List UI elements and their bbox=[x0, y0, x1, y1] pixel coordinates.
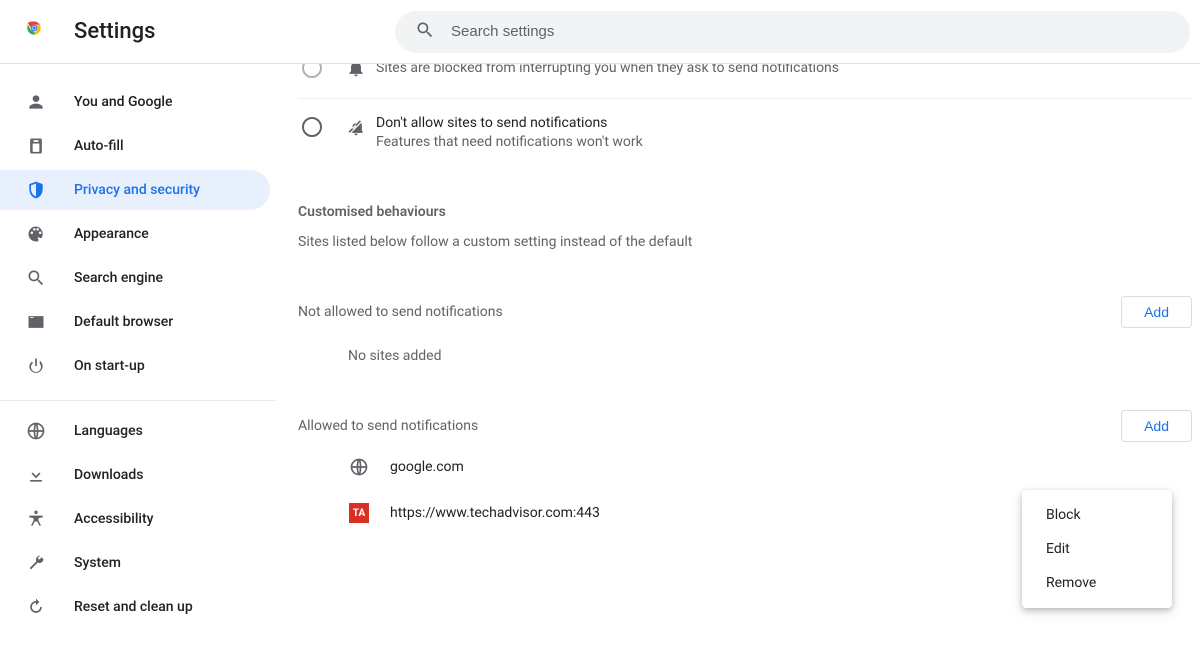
sidebar-item-label: System bbox=[74, 555, 121, 571]
sidebar-item-label: Accessibility bbox=[74, 511, 153, 527]
site-url: google.com bbox=[390, 459, 464, 475]
sidebar-item-you-and-google[interactable]: You and Google bbox=[0, 82, 270, 122]
globe-icon bbox=[26, 421, 46, 441]
search-box[interactable] bbox=[395, 11, 1190, 53]
add-not-allowed-button[interactable]: Add bbox=[1121, 296, 1192, 328]
radio-icon[interactable] bbox=[302, 117, 322, 137]
page-title: Settings bbox=[74, 19, 155, 44]
search-wrap bbox=[395, 11, 1190, 53]
autofill-icon bbox=[26, 136, 46, 156]
radio-icon[interactable] bbox=[302, 64, 322, 78]
sidebar-item-autofill[interactable]: Auto-fill bbox=[0, 126, 270, 166]
palette-icon bbox=[26, 224, 46, 244]
restore-icon bbox=[26, 597, 46, 617]
browser-icon bbox=[26, 312, 46, 332]
globe-icon bbox=[348, 456, 370, 478]
sidebar-item-languages[interactable]: Languages bbox=[0, 411, 270, 451]
not-allowed-label: Not allowed to send notifications bbox=[298, 304, 503, 320]
notifications-option-blocked[interactable]: Sites are blocked from interrupting you … bbox=[298, 64, 1192, 98]
site-context-menu: Block Edit Remove bbox=[1022, 490, 1172, 608]
option-subtitle: Sites are blocked from interrupting you … bbox=[376, 64, 1192, 76]
add-allowed-button[interactable]: Add bbox=[1121, 410, 1192, 442]
sidebar-group-main: You and Google Auto-fill Privacy and sec… bbox=[0, 82, 276, 401]
sidebar-item-label: Default browser bbox=[74, 314, 173, 330]
search-icon bbox=[26, 268, 46, 288]
bell-off-icon bbox=[346, 117, 376, 141]
power-icon bbox=[26, 356, 46, 376]
sidebar-item-search-engine[interactable]: Search engine bbox=[0, 258, 270, 298]
allowed-header: Allowed to send notifications Add bbox=[298, 410, 1192, 442]
not-allowed-empty: No sites added bbox=[298, 328, 1192, 364]
sidebar-item-label: You and Google bbox=[74, 94, 172, 110]
wrench-icon bbox=[26, 553, 46, 573]
sidebar-group-extra: Languages Downloads Accessibility System… bbox=[0, 411, 276, 627]
chrome-logo-icon bbox=[24, 18, 52, 46]
sidebar-item-label: Privacy and security bbox=[74, 182, 200, 198]
main-content: Sites are blocked from interrupting you … bbox=[276, 64, 1200, 647]
sidebar-item-on-startup[interactable]: On start-up bbox=[0, 346, 270, 386]
allowed-site-row[interactable]: google.com bbox=[298, 442, 1192, 488]
context-menu-edit[interactable]: Edit bbox=[1022, 532, 1172, 566]
customised-behaviours-title: Customised behaviours bbox=[298, 204, 1192, 220]
sidebar-item-accessibility[interactable]: Accessibility bbox=[0, 499, 270, 539]
person-icon bbox=[26, 92, 46, 112]
sidebar-item-label: On start-up bbox=[74, 358, 145, 374]
option-title: Don't allow sites to send notifications bbox=[376, 115, 1192, 131]
sidebar-item-label: Languages bbox=[74, 423, 143, 439]
sidebar-item-label: Auto-fill bbox=[74, 138, 124, 154]
app-header: Settings bbox=[0, 0, 1200, 64]
option-subtitle: Features that need notifications won't w… bbox=[376, 134, 1192, 150]
search-icon bbox=[415, 20, 435, 44]
bell-icon bbox=[346, 64, 376, 82]
shield-icon bbox=[26, 180, 46, 200]
sidebar[interactable]: You and Google Auto-fill Privacy and sec… bbox=[0, 64, 276, 647]
sidebar-item-privacy-security[interactable]: Privacy and security bbox=[0, 170, 270, 210]
sidebar-item-label: Reset and clean up bbox=[74, 599, 193, 615]
notifications-option-dont-allow[interactable]: Don't allow sites to send notifications … bbox=[298, 98, 1192, 166]
sidebar-item-label: Downloads bbox=[74, 467, 143, 483]
download-icon bbox=[26, 465, 46, 485]
search-input[interactable] bbox=[451, 23, 1170, 40]
not-allowed-header: Not allowed to send notifications Add bbox=[298, 296, 1192, 328]
customised-behaviours-sub: Sites listed below follow a custom setti… bbox=[298, 234, 1192, 250]
accessibility-icon bbox=[26, 509, 46, 529]
context-menu-remove[interactable]: Remove bbox=[1022, 566, 1172, 600]
site-url: https://www.techadvisor.com:443 bbox=[390, 505, 600, 521]
sidebar-item-system[interactable]: System bbox=[0, 543, 270, 583]
sidebar-item-label: Search engine bbox=[74, 270, 163, 286]
sidebar-item-default-browser[interactable]: Default browser bbox=[0, 302, 270, 342]
techadvisor-favicon: TA bbox=[348, 502, 370, 524]
context-menu-block[interactable]: Block bbox=[1022, 498, 1172, 532]
sidebar-item-reset[interactable]: Reset and clean up bbox=[0, 587, 270, 627]
sidebar-item-downloads[interactable]: Downloads bbox=[0, 455, 270, 495]
sidebar-item-appearance[interactable]: Appearance bbox=[0, 214, 270, 254]
allowed-label: Allowed to send notifications bbox=[298, 418, 478, 434]
sidebar-item-label: Appearance bbox=[74, 226, 149, 242]
